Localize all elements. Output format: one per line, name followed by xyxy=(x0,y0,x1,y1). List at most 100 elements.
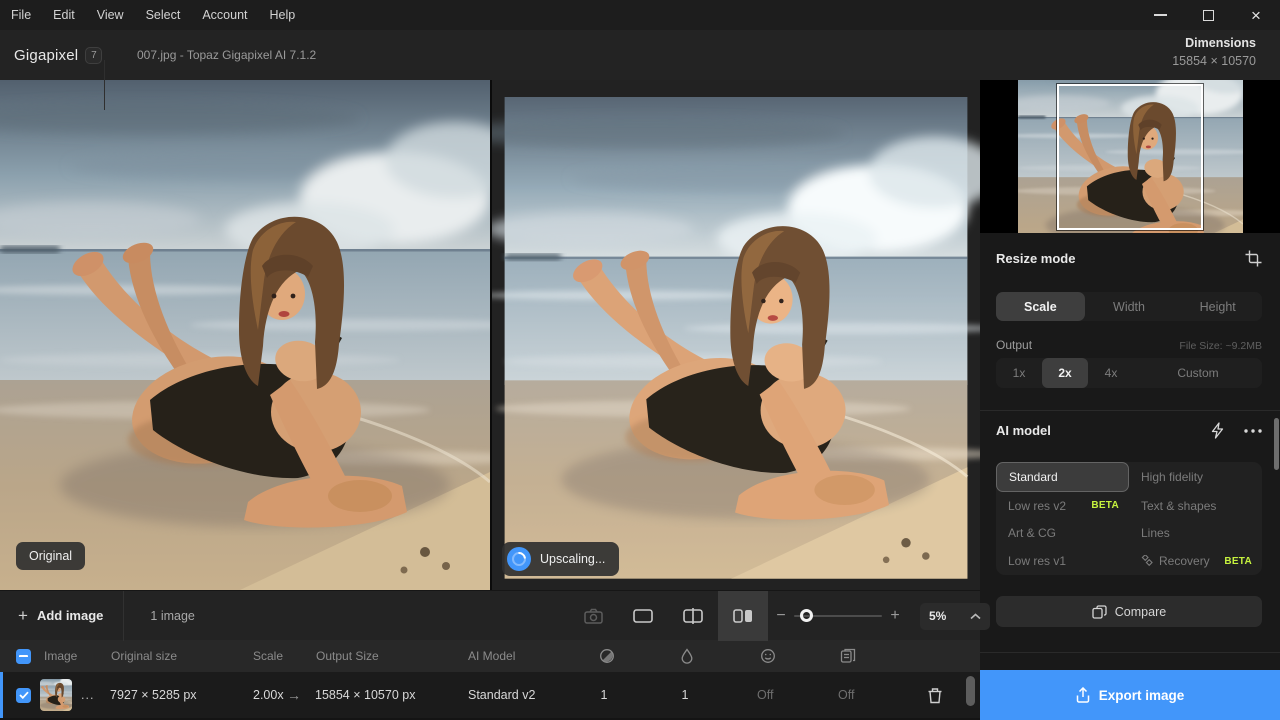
model-standard-label: Standard xyxy=(1009,470,1118,484)
row-sharpen-value: 1 xyxy=(596,688,612,702)
export-area: Export image xyxy=(980,640,1280,720)
version-badge: 7 xyxy=(85,47,102,64)
scale-1x-button[interactable]: 1x xyxy=(996,358,1042,388)
bottom-toolbar: + Add image 1 image xyxy=(0,590,980,640)
row-more[interactable]: ... xyxy=(81,688,94,702)
dimensions-label: Dimensions xyxy=(1172,36,1256,50)
menu-file[interactable]: File xyxy=(0,0,42,30)
menu-account[interactable]: Account xyxy=(191,0,258,30)
export-divider xyxy=(980,652,1280,653)
zoom-out-button[interactable]: − xyxy=(768,607,794,625)
single-view-button[interactable] xyxy=(618,591,668,641)
arrow-right-icon: → xyxy=(287,687,301,703)
scale-custom-button[interactable]: Custom xyxy=(1134,358,1262,388)
col-original-size: Original size xyxy=(111,649,177,663)
row-face-recovery-value: Off xyxy=(757,688,773,702)
comparison-viewer: Original Upscaling... xyxy=(0,80,980,590)
titlebar-divider xyxy=(104,60,105,110)
export-label: Export image xyxy=(1099,688,1185,703)
resize-section-header: Resize mode xyxy=(980,250,1280,267)
zoom-slider[interactable] xyxy=(794,591,882,641)
app-logo: Gigapixel 7 xyxy=(14,30,102,80)
menu-bar: File Edit View Select Account Help × xyxy=(0,0,1280,30)
split-view-button[interactable] xyxy=(668,591,718,641)
close-icon: × xyxy=(1251,7,1261,24)
zoom-slider-knob[interactable] xyxy=(800,609,813,622)
upscaling-label: Upscaling... xyxy=(540,552,605,566)
model-low-res-v1[interactable]: Low res v1 xyxy=(996,547,1129,575)
split-view-icon xyxy=(682,608,704,624)
original-photo xyxy=(0,80,490,590)
model-text-shapes[interactable]: Text & shapes xyxy=(1129,492,1262,520)
model-low-res-v2[interactable]: Low res v2BETA xyxy=(996,492,1129,520)
tab-scale[interactable]: Scale xyxy=(996,292,1085,321)
model-art-cg-label: Art & CG xyxy=(1008,526,1119,540)
navigator-strip xyxy=(980,80,1280,233)
indeterminate-icon xyxy=(19,655,28,658)
sharpen-icon xyxy=(599,648,615,664)
check-icon xyxy=(19,691,29,699)
model-standard[interactable]: Standard xyxy=(996,462,1129,492)
queue-scrollbar-thumb[interactable] xyxy=(966,676,975,706)
model-high-fidelity[interactable]: High fidelity xyxy=(1129,462,1262,492)
more-options-icon[interactable] xyxy=(1244,429,1262,433)
gamma-icon xyxy=(840,648,856,664)
zoom-level-control[interactable]: 5% xyxy=(920,603,990,630)
sparkle-icon xyxy=(1141,555,1153,567)
scale-2x-button[interactable]: 2x xyxy=(1042,358,1088,388)
row-checkbox[interactable] xyxy=(16,688,31,703)
menu-help[interactable]: Help xyxy=(259,0,307,30)
queue-row[interactable]: ... 7927 × 5285 px 2.00x → 15854 × 10570… xyxy=(0,672,980,718)
face-recovery-icon xyxy=(760,648,776,664)
delete-row-button[interactable] xyxy=(927,687,943,704)
scale-4x-button[interactable]: 4x xyxy=(1088,358,1134,388)
side-by-side-icon xyxy=(733,609,753,623)
upscaling-badge: Upscaling... xyxy=(502,542,619,576)
maximize-icon xyxy=(1203,10,1214,21)
dimensions-value: 15854 × 10570 xyxy=(1172,54,1256,68)
zoom-level-value: 5% xyxy=(929,609,946,623)
model-lines-label: Lines xyxy=(1141,526,1252,540)
snapshot-button[interactable] xyxy=(568,591,618,641)
upscaled-photo xyxy=(492,80,980,590)
trash-icon xyxy=(927,687,943,704)
compare-label: Compare xyxy=(1115,605,1166,619)
beta-badge: BETA xyxy=(1091,500,1119,511)
model-art-cg[interactable]: Art & CG xyxy=(996,520,1129,548)
tab-height[interactable]: Height xyxy=(1173,292,1262,321)
menu-select[interactable]: Select xyxy=(135,0,192,30)
preview-image-pane[interactable]: Upscaling... xyxy=(492,80,980,590)
maximize-button[interactable] xyxy=(1184,0,1232,30)
minimize-button[interactable] xyxy=(1136,0,1184,30)
menu-view[interactable]: View xyxy=(86,0,135,30)
add-image-button[interactable]: + Add image xyxy=(0,591,123,641)
select-all-checkbox[interactable] xyxy=(16,649,31,664)
col-image: Image xyxy=(44,649,77,663)
model-lines[interactable]: Lines xyxy=(1129,520,1262,548)
title-bar: Gigapixel 7 007.jpg - Topaz Gigapixel AI… xyxy=(0,30,1280,80)
tab-width[interactable]: Width xyxy=(1085,292,1174,321)
menu-edit[interactable]: Edit xyxy=(42,0,86,30)
view-controls: − + 5% xyxy=(568,591,990,641)
image-count: 1 image xyxy=(124,609,194,623)
lightning-bolt-icon[interactable] xyxy=(1211,422,1224,439)
compare-button[interactable]: Compare xyxy=(996,596,1262,627)
original-image-pane[interactable]: Original xyxy=(0,80,490,590)
export-icon xyxy=(1076,687,1090,703)
model-high-fidelity-label: High fidelity xyxy=(1141,470,1252,484)
camera-icon xyxy=(584,608,603,624)
resize-mode-tabs: Scale Width Height xyxy=(996,292,1262,321)
zoom-in-button[interactable]: + xyxy=(882,607,908,625)
crop-icon[interactable] xyxy=(1245,250,1262,267)
close-button[interactable]: × xyxy=(1232,0,1280,30)
panel-divider xyxy=(980,410,1280,411)
side-by-side-view-button[interactable] xyxy=(718,591,768,641)
beta-badge: BETA xyxy=(1224,556,1252,567)
row-ai-model: Standard v2 xyxy=(468,688,535,702)
export-image-button[interactable]: Export image xyxy=(980,670,1280,720)
single-view-icon xyxy=(633,609,653,623)
panel-scrollbar-thumb[interactable] xyxy=(1274,418,1279,470)
model-recovery[interactable]: Recovery BETA xyxy=(1129,547,1262,575)
navigator-viewport[interactable] xyxy=(1057,84,1203,230)
spinner-icon xyxy=(507,547,531,571)
